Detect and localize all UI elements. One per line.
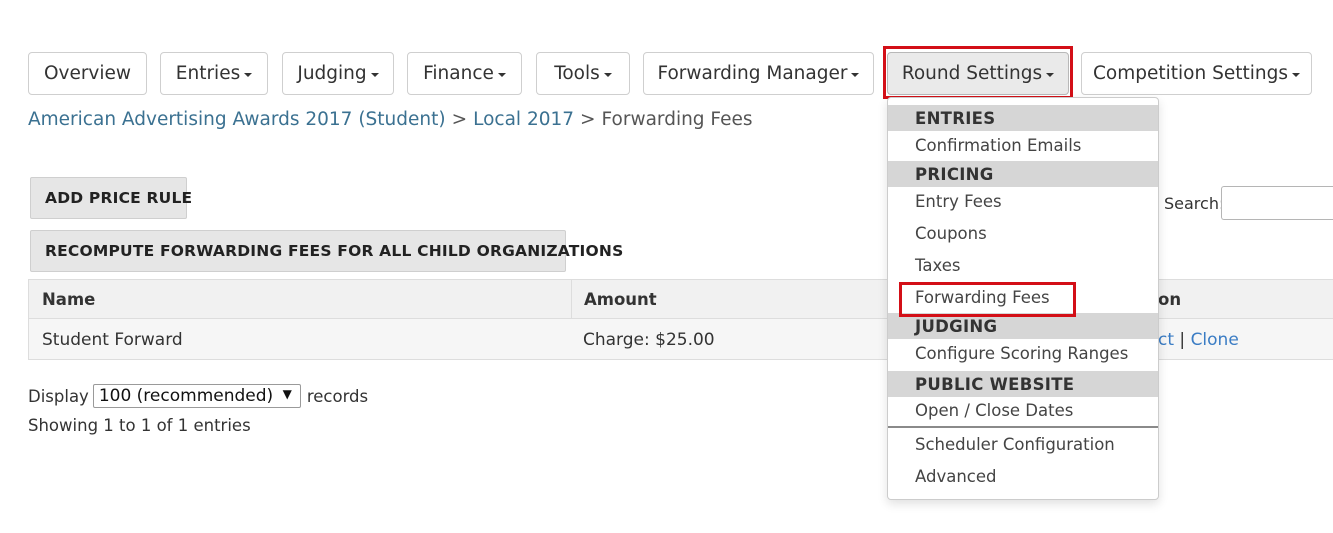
records-label: records [306, 386, 369, 406]
tools-label: Tools [554, 63, 600, 84]
dropdown-header-public-website: PUBLIC WEBSITE [888, 371, 1158, 397]
breadcrumb-separator: > [451, 109, 468, 130]
menu-item-open-close-dates[interactable]: Open / Close Dates [915, 401, 1073, 420]
menu-divider [888, 426, 1158, 428]
add-price-rule-button[interactable]: ADD PRICE RULE [30, 177, 192, 219]
row-actions: ct | Clone [1158, 330, 1239, 350]
menu-item-taxes[interactable]: Taxes [915, 256, 960, 275]
action-column-header: on [1158, 290, 1182, 309]
display-records-control: Display 100 (recommended) ▼ records [28, 384, 368, 408]
menu-item-coupons[interactable]: Coupons [915, 224, 987, 243]
caret-down-icon [497, 73, 506, 77]
dropdown-header-judging: JUDGING [888, 313, 1158, 339]
finance-label: Finance [423, 63, 494, 84]
breadcrumb-program-link[interactable]: American Advertising Awards 2017 (Studen… [28, 109, 446, 130]
name-column-header[interactable]: Name [42, 290, 95, 309]
recompute-forwarding-fees-button[interactable]: RECOMPUTE FORWARDING FEES FOR ALL CHILD … [30, 230, 623, 272]
finance-menu-button[interactable]: Finance [407, 52, 522, 95]
entries-label: Entries [175, 63, 241, 84]
breadcrumb: American Advertising Awards 2017 (Studen… [28, 109, 752, 130]
display-label: Display [28, 386, 89, 406]
breadcrumb-current: Forwarding Fees [601, 109, 753, 130]
round-settings-label: Round Settings [901, 63, 1043, 84]
dropdown-header-entries: ENTRIES [888, 105, 1158, 131]
search-input[interactable] [1221, 186, 1333, 220]
dropdown-arrow-icon: ▼ [282, 387, 292, 401]
competition-settings-menu-button[interactable]: Competition Settings [1081, 52, 1312, 95]
competition-settings-label: Competition Settings [1093, 63, 1288, 84]
column-divider [571, 280, 572, 319]
menu-item-confirmation-emails[interactable]: Confirmation Emails [915, 136, 1081, 155]
amount-column-header[interactable]: Amount [584, 290, 657, 309]
edit-link[interactable]: ct [1158, 330, 1174, 350]
records-per-page-value: 100 (recommended) [98, 386, 274, 406]
menu-item-forwarding-fees[interactable]: Forwarding Fees [915, 288, 1050, 307]
overview-tab[interactable]: Overview [28, 52, 147, 95]
records-per-page-select[interactable]: 100 (recommended) ▼ [92, 384, 301, 408]
round-settings-menu-button[interactable]: Round Settings [887, 52, 1069, 95]
forwarding-manager-menu-button[interactable]: Forwarding Manager [643, 52, 874, 95]
caret-down-icon [1291, 73, 1300, 77]
breadcrumb-round-link[interactable]: Local 2017 [473, 109, 574, 130]
entries-count-info: Showing 1 to 1 of 1 entries [28, 416, 251, 435]
caret-down-icon [1046, 73, 1055, 77]
dropdown-header-pricing: PRICING [888, 161, 1158, 187]
forwarding-manager-label: Forwarding Manager [657, 63, 848, 84]
action-divider: | [1179, 330, 1186, 350]
menu-item-advanced[interactable]: Advanced [915, 467, 997, 486]
overview-label: Overview [43, 63, 132, 84]
search-label: Search: [1164, 194, 1225, 213]
clone-link[interactable]: Clone [1191, 330, 1239, 350]
menu-item-scheduler-configuration[interactable]: Scheduler Configuration [915, 435, 1115, 454]
judging-label: Judging [297, 63, 367, 84]
caret-down-icon [603, 73, 612, 77]
caret-down-icon [851, 73, 860, 77]
menu-item-entry-fees[interactable]: Entry Fees [915, 192, 1002, 211]
judging-menu-button[interactable]: Judging [282, 52, 394, 95]
menu-item-configure-scoring-ranges[interactable]: Configure Scoring Ranges [915, 344, 1128, 363]
caret-down-icon [370, 73, 379, 77]
rule-amount-cell: Charge: $25.00 [583, 330, 715, 350]
round-settings-dropdown: ENTRIES Confirmation Emails PRICING Entr… [887, 97, 1159, 500]
breadcrumb-separator: > [580, 109, 596, 130]
tools-menu-button[interactable]: Tools [536, 52, 630, 95]
caret-down-icon [244, 73, 253, 77]
entries-menu-button[interactable]: Entries [160, 52, 268, 95]
rule-name-cell: Student Forward [42, 330, 183, 350]
